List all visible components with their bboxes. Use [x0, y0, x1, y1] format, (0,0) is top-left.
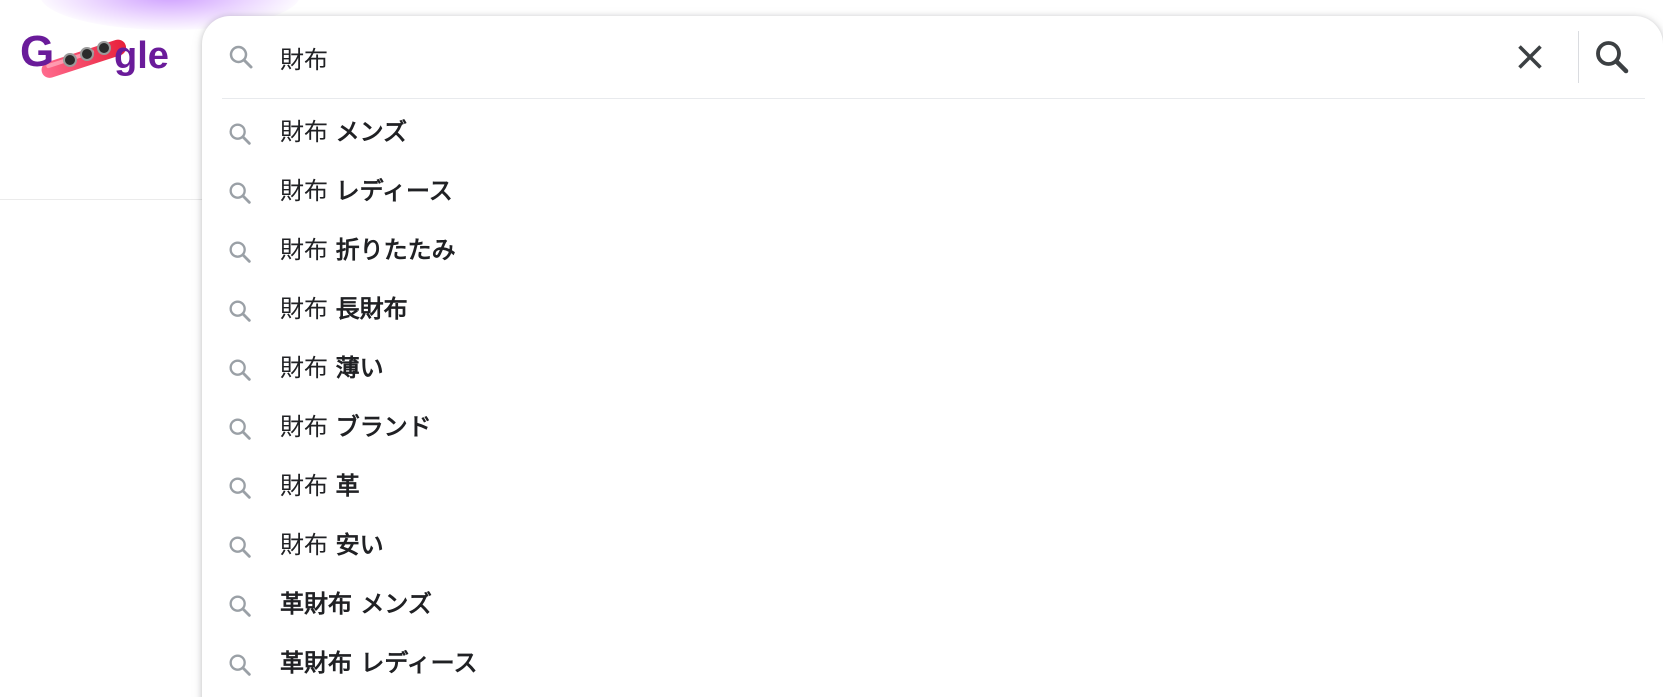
search-icon	[229, 418, 251, 440]
search-icon	[229, 300, 251, 322]
suggestion-item[interactable]: 革財布 レディース	[202, 634, 1663, 693]
suggestion-text: 財布 折りたたみ	[280, 234, 456, 266]
search-icon	[229, 654, 251, 676]
search-icon	[229, 359, 251, 381]
suggestion-prefix: 財布	[280, 354, 328, 382]
suggestion-text: 財布 薄い	[280, 352, 384, 384]
suggestion-text: 財布 安い	[280, 529, 384, 561]
suggestion-item[interactable]: 革財布 メンズ	[202, 575, 1663, 634]
suggestion-completion: 薄い	[335, 354, 384, 382]
suggestion-completion: 安い	[335, 531, 384, 559]
suggestion-prefix: 財布	[280, 531, 328, 559]
google-search-page: G gle 財布 財布 メンズ 財布 レディース 財布 折りたたみ 財布 長財布…	[0, 0, 1663, 697]
suggestions-divider	[222, 98, 1645, 99]
suggestion-completion: 長財布	[335, 295, 408, 323]
suggestion-item[interactable]: 財布 革	[202, 457, 1663, 516]
suggestion-text: 財布 メンズ	[280, 116, 407, 148]
suggestion-text: 革財布 レディース	[280, 647, 477, 679]
search-icon	[229, 45, 253, 69]
suggestion-prefix: 財布	[280, 295, 328, 323]
svg-text:gle: gle	[114, 35, 169, 77]
suggestion-item[interactable]: 財布 レディース	[202, 162, 1663, 221]
search-actions-divider	[1578, 31, 1579, 83]
suggestion-completion: 折りたたみ	[335, 236, 456, 264]
suggestion-prefix: 財布	[280, 118, 328, 146]
suggestion-prefix: 財布	[280, 472, 328, 500]
search-icon	[229, 536, 251, 558]
suggestion-item[interactable]: 財布 メンズ	[202, 103, 1663, 162]
search-submit-icon[interactable]	[1591, 36, 1633, 78]
suggestion-completion: レディース	[335, 177, 453, 205]
suggestion-text: 財布 レディース	[280, 175, 453, 207]
suggestion-prefix: 財布	[280, 413, 328, 441]
search-row	[202, 16, 1663, 98]
suggestion-completion: ブランド	[335, 413, 432, 441]
suggestion-text: 財布 長財布	[280, 293, 408, 325]
search-icon	[229, 182, 251, 204]
suggestion-text: 財布 ブランド	[280, 411, 432, 443]
suggestion-item[interactable]: 財布 長財布	[202, 280, 1663, 339]
search-icon	[229, 477, 251, 499]
suggestion-item[interactable]: 財布 安い	[202, 516, 1663, 575]
suggestion-completion: 革財布 メンズ	[280, 590, 432, 618]
search-icon	[229, 595, 251, 617]
suggestion-text: 革財布 メンズ	[280, 588, 432, 620]
svg-text:G: G	[20, 27, 54, 76]
suggestion-completion: 革	[335, 472, 360, 500]
google-doodle-logo[interactable]: G gle	[18, 22, 178, 84]
suggestion-item[interactable]: 財布 折りたたみ	[202, 221, 1663, 280]
search-icon	[229, 123, 251, 145]
suggestion-completion: 革財布 レディース	[280, 649, 478, 677]
suggestion-completion: メンズ	[335, 118, 408, 146]
suggestion-prefix: 財布	[280, 236, 328, 264]
close-icon[interactable]	[1509, 36, 1551, 78]
suggestion-item[interactable]: 財布 ブランド	[202, 398, 1663, 457]
search-input[interactable]	[280, 38, 1380, 76]
suggestion-text: 財布 革	[280, 470, 360, 502]
search-box-with-suggestions: 財布 メンズ 財布 レディース 財布 折りたたみ	[202, 16, 1663, 697]
search-icon	[229, 241, 251, 263]
suggestion-prefix: 財布	[280, 177, 328, 205]
suggestions-list: 財布 メンズ 財布 レディース 財布 折りたたみ 財布 長財布 財布 薄い 財布…	[202, 103, 1663, 693]
suggestion-item[interactable]: 財布 薄い	[202, 339, 1663, 398]
